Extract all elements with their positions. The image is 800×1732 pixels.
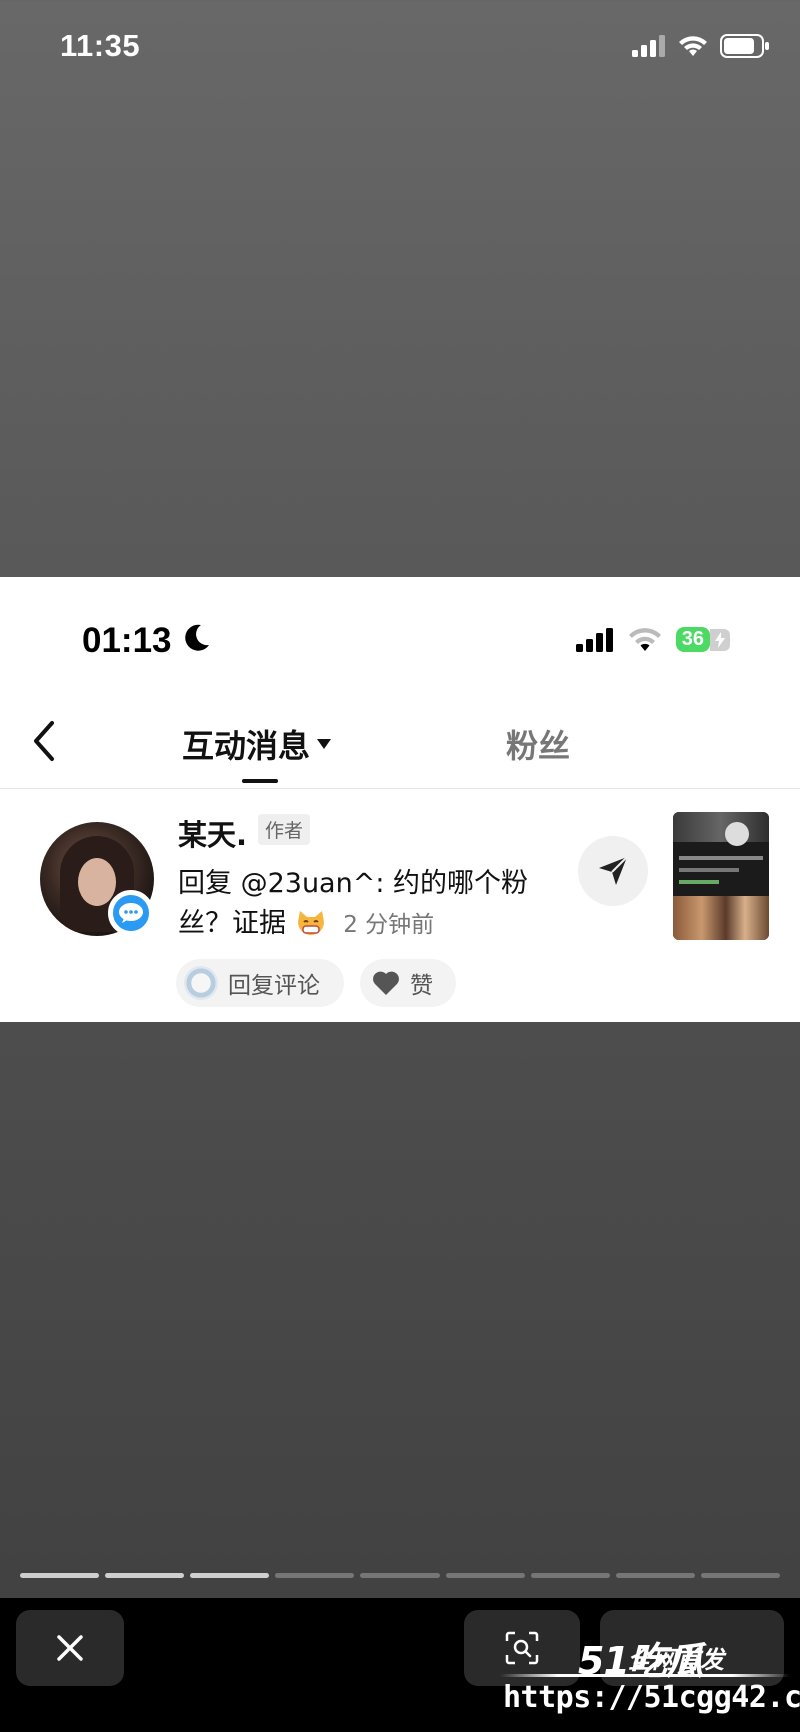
thumbnail-photo	[673, 896, 769, 940]
outer-clock: 11:35	[60, 28, 141, 63]
dropdown-triangle-icon	[317, 739, 332, 749]
outer-status-bar: 11:35	[0, 0, 800, 100]
time-ago: 2 分钟前	[343, 912, 435, 938]
story-progress-segment	[700, 1573, 780, 1578]
story-progress-segment	[360, 1573, 440, 1578]
story-progress-segment	[20, 1573, 100, 1578]
inner-clock: 01:13	[82, 621, 172, 660]
wifi-icon	[628, 627, 661, 651]
comment-badge-icon	[108, 890, 154, 936]
tab-fans[interactable]: 粉丝	[506, 721, 570, 767]
watermark-slogan: 全网首发	[628, 1646, 724, 1674]
story-progress-segment	[105, 1573, 185, 1578]
active-tab-indicator	[242, 779, 278, 783]
battery-level: 36	[681, 628, 704, 650]
message-tabs-bar: 互动消息 粉丝	[0, 697, 800, 789]
close-icon	[57, 1635, 83, 1661]
author-tag: 作者	[258, 814, 311, 845]
like-button[interactable]: 赞	[360, 959, 456, 1007]
back-arrow-icon[interactable]	[30, 719, 56, 763]
thumbnail-line	[679, 868, 739, 872]
thumbnail-line	[679, 856, 763, 860]
cellular-signal-icon	[632, 35, 665, 57]
bottom-action-bar: 51吃瓜 全网首发 https://51cgg42.com	[0, 1598, 800, 1732]
avatar-face	[78, 858, 116, 906]
notification-item[interactable]: 某天. 作者 回复 @23uan^: 约的哪个粉丝？证据 2 分钟前 回复评论 …	[0, 792, 800, 1022]
thumbnail-line	[679, 880, 719, 884]
watermark-url: https://51cgg42.com	[503, 1680, 800, 1715]
share-button[interactable]	[578, 836, 648, 906]
story-progress-segment	[445, 1573, 525, 1578]
battery-charging-icon	[710, 628, 730, 651]
inner-status-bar: 01:13 36	[0, 577, 800, 707]
screenshot-card: 01:13 36 互动消息 粉丝 某天. 作者 回复 @23uan^: 约的哪个…	[0, 577, 800, 1022]
outer-status-icons	[632, 34, 770, 58]
story-progress-segment	[190, 1573, 270, 1578]
message-text: 回复 @23uan^: 约的哪个粉丝？证据 2 分钟前	[178, 864, 538, 945]
close-button[interactable]	[16, 1610, 124, 1686]
paper-plane-icon	[599, 856, 628, 885]
cellular-signal-icon	[575, 627, 613, 652]
story-progress-bar	[20, 1573, 780, 1578]
wifi-icon	[679, 36, 707, 56]
story-progress-segment	[275, 1573, 355, 1578]
reply-comment-button[interactable]: 回复评论	[176, 959, 344, 1007]
reply-comment-label: 回复评论	[228, 973, 320, 999]
thumbnail-avatar	[725, 822, 749, 846]
story-progress-segment	[615, 1573, 695, 1578]
story-progress-segment	[530, 1573, 610, 1578]
thumbnail-header	[673, 812, 769, 842]
moon-icon	[185, 624, 209, 651]
battery-level-badge: 36	[675, 627, 710, 652]
bolt-icon	[715, 631, 725, 648]
scan-search-icon	[505, 1631, 539, 1665]
inner-status-icons: 36	[575, 627, 730, 652]
grinning-cat-emoji-icon	[297, 910, 324, 935]
battery-icon	[720, 34, 769, 58]
my-avatar-icon	[184, 966, 218, 1000]
chat-bubble-icon	[119, 903, 143, 923]
user-name[interactable]: 某天.	[178, 812, 247, 854]
like-label: 赞	[410, 973, 433, 999]
video-thumbnail[interactable]	[673, 812, 769, 940]
heart-icon	[373, 971, 399, 995]
tab-interactions-label: 互动消息	[182, 727, 311, 765]
tab-interactions[interactable]: 互动消息	[182, 721, 332, 767]
